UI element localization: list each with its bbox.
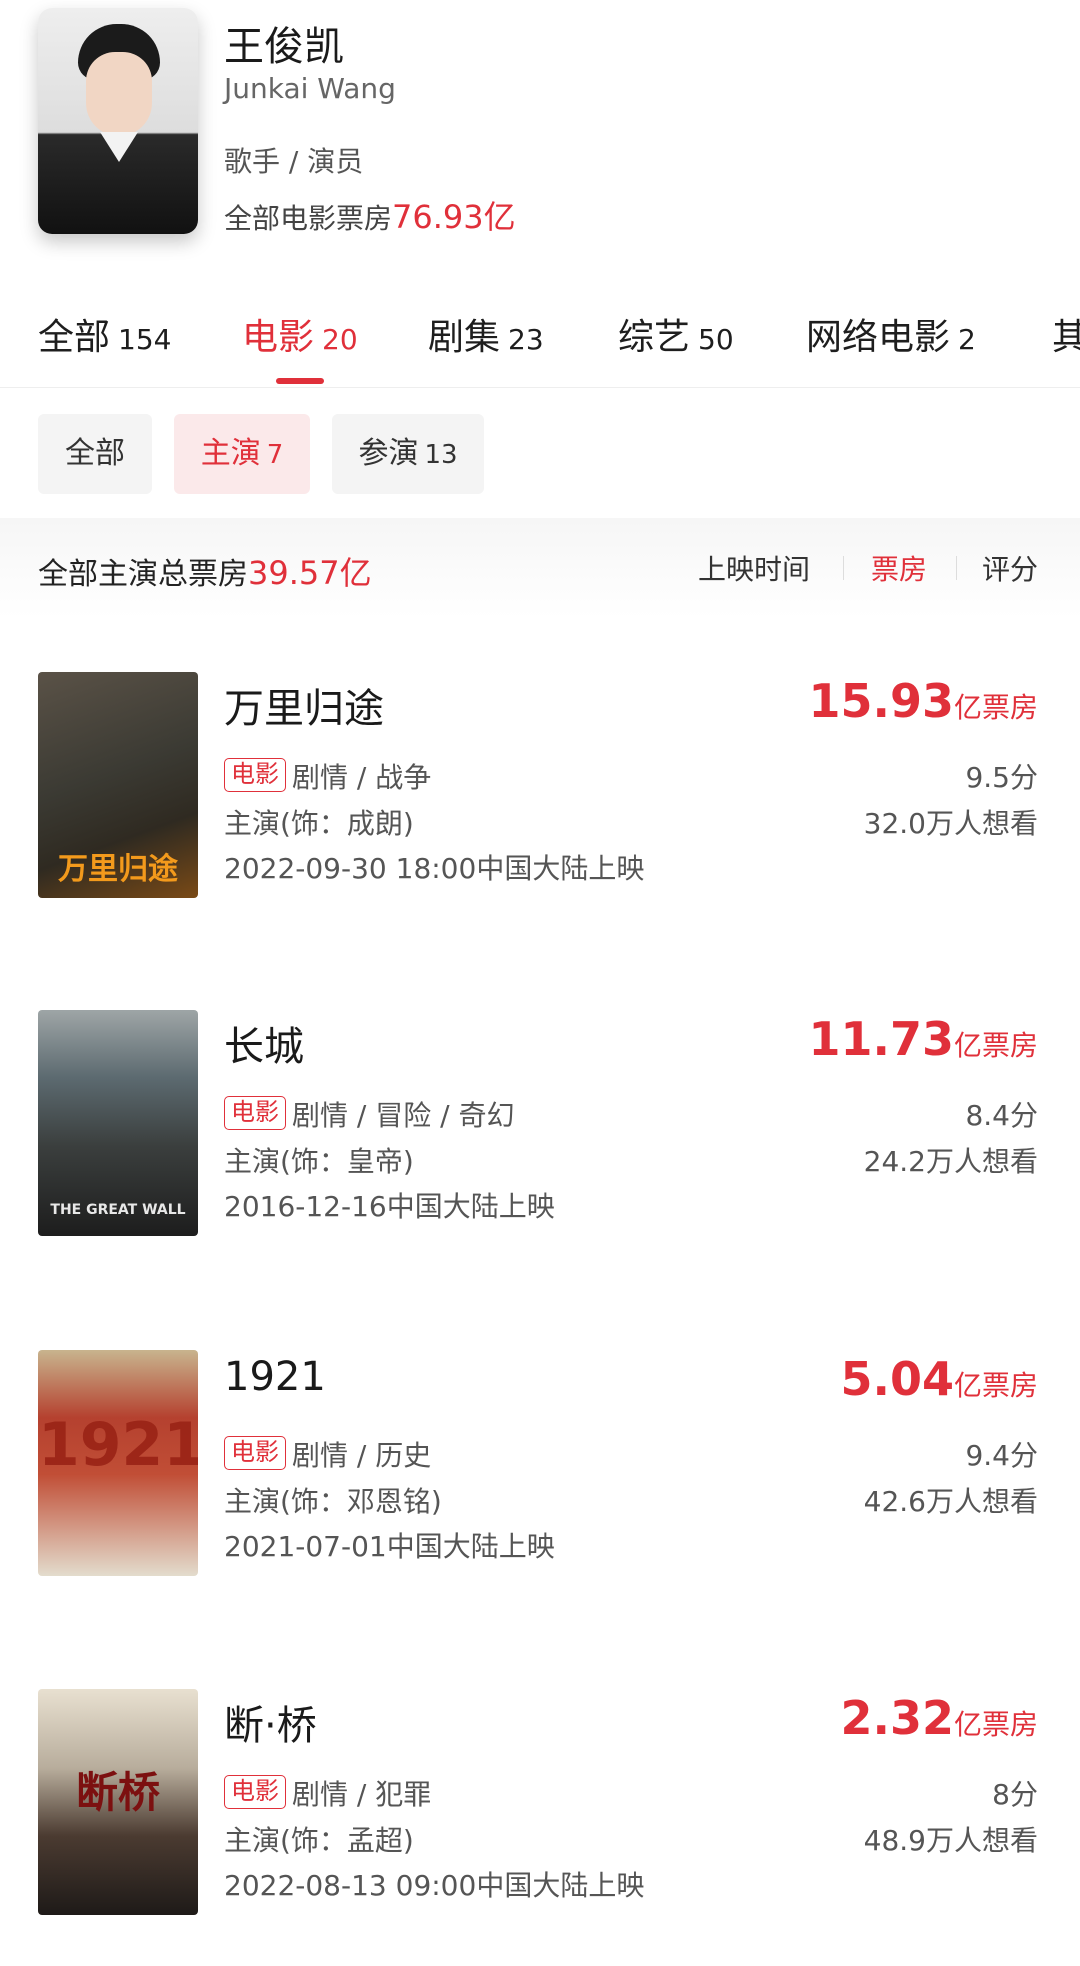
movie-role: 主演(饰：成朗) bbox=[224, 807, 414, 840]
filter-supporting[interactable]: 参演 13 bbox=[332, 414, 484, 494]
movie-role: 主演(饰：邓恩铭) bbox=[224, 1485, 442, 1518]
tab-label: 综艺 bbox=[618, 317, 691, 358]
poster-title: 万里归途 bbox=[58, 852, 178, 887]
tab-web-movie[interactable]: 网络电影 2 bbox=[806, 308, 976, 360]
movie-want-count: 24.2万人想看 bbox=[863, 1145, 1038, 1178]
lead-total-value: 39.57亿 bbox=[248, 554, 372, 592]
movie-type-tag: 电影 bbox=[224, 758, 286, 792]
movie-title: 断·桥 bbox=[224, 1703, 317, 1749]
avatar-collar bbox=[100, 132, 138, 162]
sort-by-rating[interactable]: 评分 bbox=[982, 548, 1038, 588]
movie-role: 主演(饰：皇帝) bbox=[224, 1145, 414, 1178]
profile-header: 王俊凯 Junkai Wang 歌手 / 演员 全部电影票房76.93亿 bbox=[0, 0, 1080, 262]
artist-name-en: Junkai Wang bbox=[224, 72, 396, 105]
tab-count: 20 bbox=[322, 323, 358, 356]
movie-box-office: 5.04亿票房 bbox=[840, 1352, 1038, 1406]
artist-name: 王俊凯 bbox=[224, 24, 344, 70]
movie-score: 9.4分 bbox=[965, 1439, 1038, 1472]
movie-title: 长城 bbox=[224, 1024, 304, 1070]
movie-box-office: 15.93亿票房 bbox=[808, 674, 1038, 728]
sort-by-release[interactable]: 上映时间 bbox=[698, 548, 810, 588]
movie-type-tag: 电影 bbox=[224, 1775, 286, 1809]
movie-genre: 剧情 / 历史 bbox=[292, 1439, 432, 1472]
tab-series[interactable]: 剧集 23 bbox=[428, 308, 544, 360]
movie-score: 8分 bbox=[992, 1778, 1038, 1811]
movie-score: 8.4分 bbox=[965, 1099, 1038, 1132]
tab-count: 50 bbox=[698, 323, 734, 356]
movie-release: 2022-09-30 18:00中国大陆上映 bbox=[224, 852, 645, 885]
movie-release: 2021-07-01中国大陆上映 bbox=[224, 1530, 555, 1563]
movie-role: 主演(饰：孟超) bbox=[224, 1824, 414, 1857]
sort-divider bbox=[843, 556, 844, 580]
movie-want-count: 48.9万人想看 bbox=[863, 1824, 1038, 1857]
movie-poster[interactable]: 1921 bbox=[38, 1350, 198, 1576]
movie-item[interactable]: 断桥 断·桥 电影 剧情 / 犯罪 主演(饰：孟超) 2022-08-13 09… bbox=[0, 1689, 1080, 1966]
movie-item[interactable]: 1921 1921 电影 剧情 / 历史 主演(饰：邓恩铭) 2021-07-0… bbox=[0, 1350, 1080, 1650]
filter-label: 主演 bbox=[200, 436, 261, 471]
tab-count: 2 bbox=[958, 323, 976, 356]
filter-count: 13 bbox=[424, 440, 458, 470]
filter-label: 全部 bbox=[65, 436, 125, 471]
sort-divider bbox=[956, 556, 957, 580]
tab-label: 网络电影 bbox=[806, 317, 951, 358]
tab-count: 154 bbox=[118, 323, 172, 356]
box-office-unit: 亿票房 bbox=[953, 1029, 1038, 1062]
movie-poster[interactable]: 断桥 bbox=[38, 1689, 198, 1915]
movie-release: 2016-12-16中国大陆上映 bbox=[224, 1190, 555, 1223]
movie-want-count: 42.6万人想看 bbox=[863, 1485, 1038, 1518]
sort-by-box-office[interactable]: 票房 bbox=[871, 548, 927, 588]
total-box-office-value: 76.93亿 bbox=[392, 198, 516, 236]
movie-title: 万里归途 bbox=[224, 686, 384, 732]
movie-release: 2022-08-13 09:00中国大陆上映 bbox=[224, 1869, 645, 1902]
tab-count: 23 bbox=[508, 323, 544, 356]
movie-poster[interactable]: 万里归途 bbox=[38, 672, 198, 898]
tab-label: 剧集 bbox=[428, 317, 501, 358]
category-tabs: 全部 154 电影 20 剧集 23 综艺 50 网络电影 2 其 bbox=[0, 290, 1080, 388]
avatar-face bbox=[86, 52, 152, 136]
filter-all[interactable]: 全部 bbox=[38, 414, 152, 494]
total-box-office-label: 全部电影票房 bbox=[224, 202, 393, 235]
box-office-unit: 亿票房 bbox=[953, 1708, 1038, 1741]
movie-want-count: 32.0万人想看 bbox=[863, 807, 1038, 840]
movie-score: 9.5分 bbox=[965, 761, 1038, 794]
tab-other[interactable]: 其 bbox=[1052, 308, 1080, 360]
tab-all[interactable]: 全部 154 bbox=[38, 308, 171, 360]
box-office-value: 2.32 bbox=[840, 1691, 954, 1745]
avatar[interactable] bbox=[38, 8, 198, 234]
poster-title: 1921 bbox=[38, 1410, 198, 1480]
movie-title: 1921 bbox=[224, 1354, 326, 1400]
poster-title: THE GREAT WALL bbox=[50, 1202, 186, 1218]
box-office-value: 15.93 bbox=[808, 674, 954, 728]
movie-genre: 剧情 / 战争 bbox=[292, 761, 432, 794]
tab-movie[interactable]: 电影 20 bbox=[242, 308, 358, 360]
movie-type-tag: 电影 bbox=[224, 1096, 286, 1130]
active-tab-indicator bbox=[276, 378, 324, 384]
filter-lead[interactable]: 主演 7 bbox=[174, 414, 310, 494]
summary-bar: 全部主演总票房39.57亿 上映时间 票房 评分 bbox=[0, 518, 1080, 618]
artist-role: 歌手 / 演员 bbox=[224, 145, 364, 178]
movie-box-office: 11.73亿票房 bbox=[808, 1012, 1038, 1066]
movie-item[interactable]: THE GREAT WALL 长城 电影 剧情 / 冒险 / 奇幻 主演(饰：皇… bbox=[0, 1010, 1080, 1310]
movie-box-office: 2.32亿票房 bbox=[840, 1691, 1038, 1745]
total-box-office: 全部电影票房76.93亿 bbox=[224, 192, 516, 238]
tab-variety[interactable]: 综艺 50 bbox=[618, 308, 734, 360]
box-office-unit: 亿票房 bbox=[953, 691, 1038, 724]
movie-item[interactable]: 万里归途 万里归途 电影 剧情 / 战争 主演(饰：成朗) 2022-09-30… bbox=[0, 672, 1080, 972]
lead-total-box-office: 全部主演总票房39.57亿 bbox=[38, 548, 372, 594]
movie-poster[interactable]: THE GREAT WALL bbox=[38, 1010, 198, 1236]
movie-genre: 剧情 / 冒险 / 奇幻 bbox=[292, 1099, 515, 1132]
tab-label: 全部 bbox=[38, 317, 111, 358]
movie-type-tag: 电影 bbox=[224, 1436, 286, 1470]
box-office-value: 5.04 bbox=[840, 1352, 954, 1406]
box-office-value: 11.73 bbox=[808, 1012, 954, 1066]
filter-label: 参演 bbox=[358, 436, 419, 471]
movie-genre: 剧情 / 犯罪 bbox=[292, 1778, 432, 1811]
tab-label: 电影 bbox=[242, 317, 315, 358]
lead-total-label: 全部主演总票房 bbox=[38, 557, 248, 592]
box-office-unit: 亿票房 bbox=[953, 1369, 1038, 1402]
poster-title: 断桥 bbox=[75, 1768, 160, 1817]
filter-count: 7 bbox=[266, 440, 284, 470]
role-filter: 全部 主演 7 参演 13 bbox=[0, 410, 1080, 510]
tab-label: 其 bbox=[1052, 317, 1080, 358]
